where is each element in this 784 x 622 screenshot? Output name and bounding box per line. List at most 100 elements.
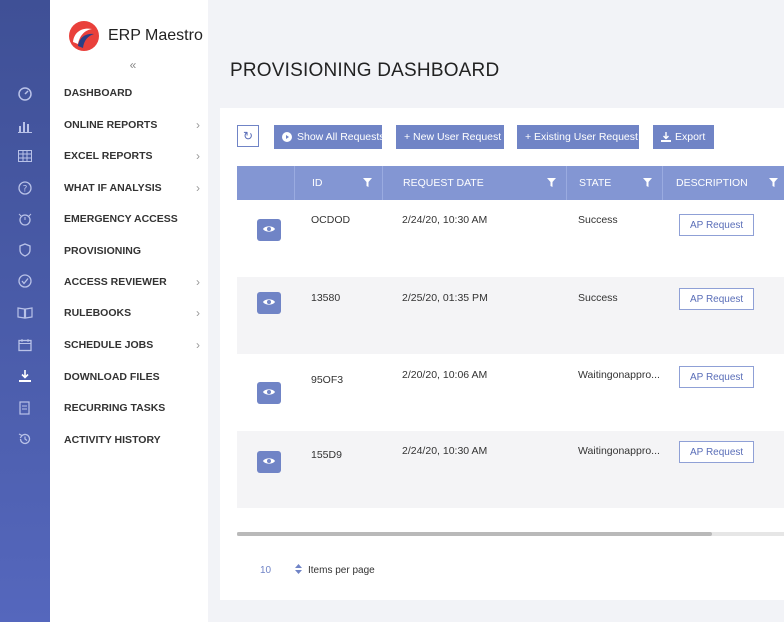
export-label: Export	[675, 131, 706, 143]
chevron-right-icon: ›	[196, 275, 200, 289]
file-icon[interactable]	[15, 398, 35, 418]
new-user-request-button[interactable]: + New User Request	[396, 125, 504, 149]
header-cell-state[interactable]: STATE	[566, 166, 662, 200]
chevron-right-icon: ›	[196, 118, 200, 132]
description-button[interactable]: AP Request	[679, 366, 755, 388]
sidebar-item-provisioning[interactable]: PROVISIONING	[64, 241, 200, 261]
sidebar-item-label: EXCEL REPORTS	[64, 150, 153, 162]
description-button[interactable]: AP Request	[679, 288, 755, 310]
check-circle-icon[interactable]	[15, 271, 35, 291]
sidebar-item-schedule-jobs[interactable]: SCHEDULE JOBS ›	[64, 335, 200, 355]
sidebar-item-what-if-analysis[interactable]: WHAT IF ANALYSIS ›	[64, 178, 200, 198]
paginator: 10 Items per page	[260, 560, 375, 580]
filter-icon[interactable]	[769, 177, 778, 189]
show-all-requests-label: Show All Requests	[297, 131, 385, 143]
sidebar-item-label: PROVISIONING	[64, 245, 142, 257]
sidebar-nav: ERP Maestro « DASHBOARD ONLINE REPORTS › …	[50, 0, 208, 622]
sidebar-item-label: SCHEDULE JOBS	[64, 339, 154, 351]
cell-id: 155D9	[311, 449, 342, 461]
sidebar-item-activity-history[interactable]: ACTIVITY HISTORY	[64, 430, 200, 450]
bar-chart-icon[interactable]	[15, 116, 35, 136]
chevron-right-icon: ›	[196, 181, 200, 195]
eye-icon	[263, 297, 275, 309]
chevron-right-icon: ›	[196, 306, 200, 320]
filter-icon[interactable]	[547, 177, 556, 189]
header-label: DESCRIPTION	[676, 177, 748, 189]
header-label: REQUEST DATE	[403, 177, 484, 189]
sidebar-item-access-reviewer[interactable]: ACCESS REVIEWER ›	[64, 272, 200, 292]
cell-state: Success	[578, 214, 618, 226]
table-row: 155D9 2/24/20, 10:30 AM Waitingonappro..…	[237, 431, 784, 508]
header-cell-description[interactable]: DESCRIPTION	[662, 166, 784, 200]
gauge-icon[interactable]	[15, 84, 35, 104]
cell-state: Success	[578, 292, 618, 304]
scrollbar-thumb[interactable]	[237, 532, 712, 536]
header-label: STATE	[579, 177, 612, 189]
export-button[interactable]: Export	[653, 125, 714, 149]
refresh-button[interactable]: ↻	[237, 125, 259, 147]
view-request-button[interactable]	[257, 292, 281, 314]
eye-icon	[263, 224, 275, 236]
table-row: OCDOD 2/24/20, 10:30 AM Success AP Reque…	[237, 200, 784, 277]
erp-maestro-logo-icon	[68, 20, 100, 52]
header-cell-id[interactable]: ID	[294, 166, 382, 200]
cell-id: 13580	[311, 292, 341, 304]
download-icon	[661, 132, 671, 142]
help-circle-icon[interactable]: ?	[15, 178, 35, 198]
sidebar-item-label: WHAT IF ANALYSIS	[64, 182, 162, 194]
sidebar-item-excel-reports[interactable]: EXCEL REPORTS ›	[64, 146, 200, 166]
sidebar-item-recurring-tasks[interactable]: RECURRING TASKS	[64, 398, 200, 418]
cell-request-date: 2/24/20, 10:30 AM	[402, 445, 488, 457]
cell-request-date: 2/24/20, 10:30 AM	[402, 214, 488, 226]
icon-rail: ?	[0, 0, 50, 622]
description-button[interactable]: AP Request	[679, 214, 755, 236]
sidebar-item-dashboard[interactable]: DASHBOARD	[64, 83, 200, 103]
cell-id: 95OF3	[311, 374, 344, 386]
existing-user-request-button[interactable]: + Existing User Request	[517, 125, 639, 149]
cell-state: Waitingonappro...	[578, 445, 660, 457]
view-request-button[interactable]	[257, 451, 281, 473]
sort-arrows-icon	[295, 563, 302, 577]
show-all-requests-button[interactable]: Show All Requests	[274, 125, 385, 149]
view-request-button[interactable]	[257, 382, 281, 404]
collapse-sidebar-button[interactable]: «	[122, 58, 144, 74]
view-request-button[interactable]	[257, 219, 281, 241]
page-size-select[interactable]: 10	[260, 560, 302, 580]
cell-request-date: 2/25/20, 01:35 PM	[402, 292, 488, 304]
cell-request-date: 2/20/20, 10:06 AM	[402, 369, 488, 381]
horizontal-scrollbar[interactable]	[237, 532, 784, 536]
page-size-value: 10	[260, 564, 272, 576]
header-cell-request-date[interactable]: REQUEST DATE	[382, 166, 566, 200]
shield-icon[interactable]	[15, 240, 35, 260]
table-row: 95OF3 2/20/20, 10:06 AM Waitingonappro..…	[237, 354, 784, 431]
sidebar-item-rulebooks[interactable]: RULEBOOKS ›	[64, 303, 200, 323]
sidebar-item-label: DOWNLOAD FILES	[64, 371, 160, 383]
description-button[interactable]: AP Request	[679, 441, 755, 463]
sidebar-item-label: RULEBOOKS	[64, 307, 132, 319]
chevron-right-icon: ›	[196, 149, 200, 163]
calendar-icon[interactable]	[15, 335, 35, 355]
eye-icon	[263, 387, 275, 399]
sidebar-item-label: ACTIVITY HISTORY	[64, 434, 161, 446]
table-header: ID REQUEST DATE STATE DESCRIPTION	[237, 166, 784, 200]
main-content: PROVISIONING DASHBOARD ↻ Show All Reques…	[208, 0, 784, 622]
cell-id: OCDOD	[311, 214, 351, 226]
filter-icon[interactable]	[363, 177, 372, 189]
sidebar-item-emergency-access[interactable]: EMERGENCY ACCESS	[64, 209, 200, 229]
refresh-icon: ↻	[242, 129, 254, 143]
sidebar-item-label: ACCESS REVIEWER	[64, 276, 167, 288]
alarm-icon[interactable]	[15, 209, 35, 229]
sidebar-item-download-files[interactable]: DOWNLOAD FILES	[64, 367, 200, 387]
history-icon[interactable]	[15, 429, 35, 449]
book-icon[interactable]	[15, 303, 35, 323]
sidebar-item-label: EMERGENCY ACCESS	[64, 213, 178, 225]
sidebar-item-label: DASHBOARD	[64, 87, 133, 99]
sidebar-item-label: RECURRING TASKS	[64, 402, 166, 414]
grid-icon[interactable]	[15, 146, 35, 166]
download-icon[interactable]	[15, 366, 35, 386]
table-row: 13580 2/25/20, 01:35 PM Success AP Reque…	[237, 277, 784, 354]
sidebar-item-online-reports[interactable]: ONLINE REPORTS ›	[64, 115, 200, 135]
header-label: ID	[312, 177, 323, 189]
filter-icon[interactable]	[643, 177, 652, 189]
eye-icon	[263, 456, 275, 468]
